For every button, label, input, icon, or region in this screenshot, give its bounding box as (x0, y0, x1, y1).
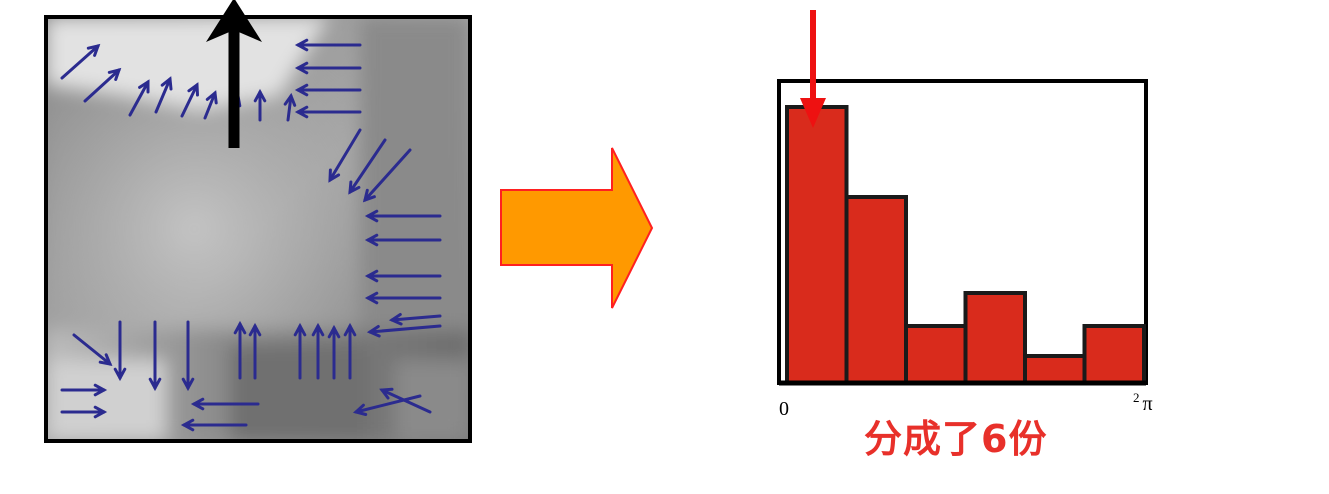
x-axis-max-pi: π (1142, 393, 1153, 415)
histogram-bar-2 (844, 195, 908, 385)
histogram-bar-3 (904, 324, 968, 385)
x-axis-max-coefficient: 2 (1133, 390, 1140, 405)
histogram-bar-4 (963, 291, 1027, 385)
big-right-arrow (500, 147, 654, 309)
diagram-canvas (44, 0, 1148, 443)
histogram-caption: 分成了6份 (864, 417, 1048, 461)
x-axis-max-label: 2π (1133, 390, 1153, 416)
histogram-bar-1 (785, 105, 849, 385)
histogram-bar-6 (1082, 324, 1146, 385)
histogram-bar-5 (1023, 354, 1087, 385)
orientation-histogram (777, 10, 1148, 386)
x-axis-min-label: 0 (779, 398, 789, 420)
